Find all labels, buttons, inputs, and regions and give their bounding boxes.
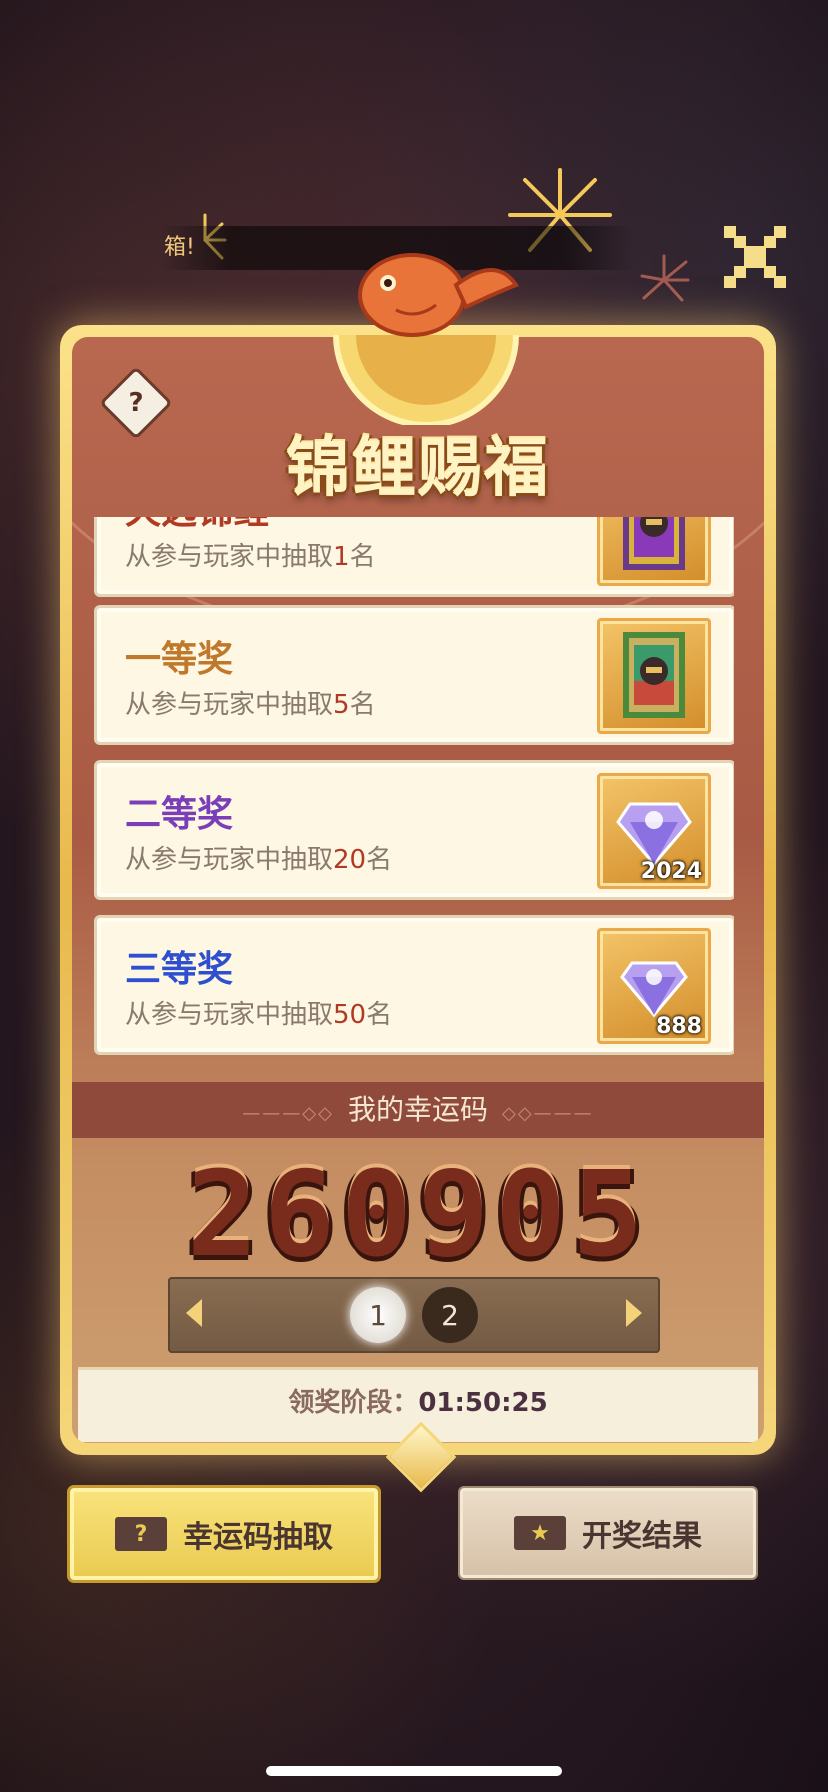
lucky-code-label: 我的幸运码 [347,1093,488,1126]
card-icon [623,517,685,570]
koi-fish-emblem [333,253,520,425]
prev-arrow-icon[interactable] [186,1299,202,1327]
code-pager: 1 2 [168,1277,660,1353]
prize-name: 三等奖 [125,949,234,990]
reward-slot[interactable]: 888 [597,928,711,1044]
page-dot-1[interactable]: 1 [350,1287,406,1343]
ornament-right: ◇◇——— [502,1103,594,1124]
lucky-draw-label: 幸运码抽取 [183,1520,333,1555]
page-title: 锦鲤赐福 [286,432,550,506]
draw-result-button[interactable]: ★ 开奖结果 [460,1488,756,1578]
ornament-left: ———◇◇ [242,1103,334,1124]
firework-decoration-dim [640,254,690,302]
panel-body: ? 锦鲤赐福 天选锦鲤 从参与玩家中抽取1名 一等奖 从参与玩家中抽取5名 [72,337,764,1443]
card-icon [623,632,685,718]
prize-name: 一等奖 [125,639,234,680]
ticket-question-icon: ? [115,1517,167,1551]
ticker-text: 箱! [164,235,195,260]
prize-card-koi: 天选锦鲤 从参与玩家中抽取1名 [94,517,734,597]
prize-desc: 从参与玩家中抽取20名 [125,845,393,875]
prize-name: 天选锦鲤 [125,517,269,534]
reward-count: 2024 [640,859,702,884]
stage-label: 领奖阶段： [288,1388,419,1418]
prize-card-first: 一等奖 从参与玩家中抽取5名 [94,605,734,745]
prize-card-third: 三等奖 从参与玩家中抽取50名 888 [94,915,734,1055]
next-arrow-icon[interactable] [626,1299,642,1327]
lucky-code: 260905 [186,1145,650,1283]
reward-count: 888 [656,1014,702,1039]
close-icon [724,226,786,288]
prize-desc: 从参与玩家中抽取1名 [125,542,376,572]
reward-slot[interactable]: 2024 [597,773,711,889]
page-dot-2[interactable]: 2 [422,1287,478,1343]
prize-desc: 从参与玩家中抽取5名 [125,690,376,720]
lucky-code-header: ———◇◇ 我的幸运码 ◇◇——— [72,1082,764,1138]
koi-blessing-panel: ? 锦鲤赐福 天选锦鲤 从参与玩家中抽取1名 一等奖 从参与玩家中抽取5名 [60,253,776,1455]
close-button[interactable] [722,224,788,290]
reward-slot[interactable] [597,618,711,734]
home-indicator[interactable] [266,1766,562,1776]
ticket-star-icon: ★ [514,1516,566,1550]
reward-slot[interactable] [597,517,711,586]
lucky-draw-button[interactable]: ? 幸运码抽取 [70,1488,378,1580]
prize-card-second: 二等奖 从参与玩家中抽取20名 2024 [94,760,734,900]
prize-desc: 从参与玩家中抽取50名 [125,1000,393,1030]
draw-result-label: 开奖结果 [582,1519,702,1554]
prize-name: 二等奖 [125,794,234,835]
stage-countdown: 01:50:25 [418,1388,548,1418]
prize-list[interactable]: 天选锦鲤 从参与玩家中抽取1名 一等奖 从参与玩家中抽取5名 [94,517,734,1072]
